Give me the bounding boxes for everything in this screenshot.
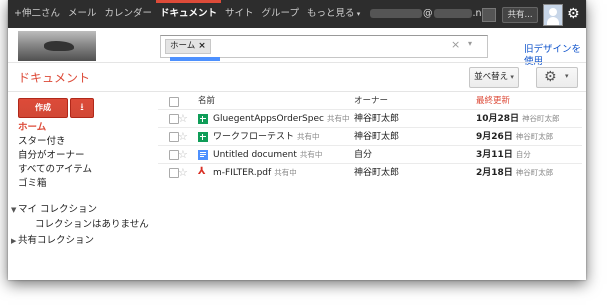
doc-name[interactable]: ワークフローテスト bbox=[213, 132, 294, 142]
sort-button[interactable]: 並べ替え bbox=[469, 67, 519, 88]
sidebar-item-owned-by-me[interactable]: 自分がオーナー bbox=[18, 149, 92, 163]
column-header-modified[interactable]: 最終更新 bbox=[476, 94, 510, 108]
shared-collections-label: 共有コレクション bbox=[18, 235, 95, 246]
doc-name[interactable]: GluegentAppsOrderSpec bbox=[213, 114, 324, 124]
view-settings-button[interactable]: ⚙ ▾ bbox=[536, 67, 578, 88]
doc-modified-by: 神谷町太郎 bbox=[515, 168, 554, 177]
clear-search-icon[interactable]: × bbox=[451, 38, 460, 51]
doc-owner: 神谷町太郎 bbox=[354, 132, 400, 142]
search-filter-chip[interactable]: ホーム × bbox=[165, 39, 211, 54]
app-window: +伸二さん メール カレンダー ドキュメント サイト グループ もっと見る @.… bbox=[8, 0, 586, 280]
chevron-down-icon: ▾ bbox=[565, 72, 569, 80]
avatar[interactable] bbox=[543, 4, 563, 26]
chip-remove-icon[interactable]: × bbox=[198, 41, 206, 51]
upload-button[interactable]: ⭳ bbox=[70, 98, 94, 118]
gear-icon: ⚙ bbox=[544, 69, 557, 85]
search-underline bbox=[170, 57, 220, 61]
triangle-down-icon: ▼ bbox=[11, 206, 17, 214]
redacted-username bbox=[370, 9, 422, 18]
nav-documents[interactable]: ドキュメント bbox=[156, 0, 222, 28]
my-collections-toggle[interactable]: ▼ マイ コレクション bbox=[11, 203, 149, 218]
chip-label: ホーム bbox=[170, 41, 196, 51]
doc-modified-by: 神谷町太郎 bbox=[515, 132, 554, 141]
account-at: @ bbox=[423, 8, 433, 19]
top-nav: +伸二さん メール カレンダー ドキュメント サイト グループ もっと見る bbox=[10, 0, 364, 28]
upload-icon: ⭳ bbox=[80, 102, 84, 113]
divider bbox=[8, 62, 586, 63]
my-collections-label: マイ コレクション bbox=[18, 204, 98, 215]
select-all-checkbox[interactable] bbox=[169, 97, 179, 107]
star-icon[interactable]: ☆ bbox=[178, 148, 188, 161]
doc-name[interactable]: m-FILTER.pdf bbox=[213, 168, 271, 178]
no-collections-text: コレクションはありません bbox=[35, 218, 149, 230]
table-row[interactable]: ☆ ⅄ m-FILTER.pdf 共有中 神谷町太郎 2月18日 神谷町太郎 bbox=[158, 163, 582, 182]
redacted-domain bbox=[433, 9, 472, 18]
create-button[interactable]: 作成 bbox=[18, 98, 68, 118]
pdf-icon: ⅄ bbox=[198, 166, 206, 177]
shared-badge: 共有中 bbox=[326, 114, 350, 123]
nav-user[interactable]: +伸二さん bbox=[10, 0, 64, 28]
sidebar-item-home[interactable]: ホーム bbox=[18, 121, 92, 135]
shared-badge: 共有中 bbox=[274, 168, 297, 177]
spreadsheet-icon bbox=[198, 114, 208, 124]
search-options-chevron-icon[interactable]: ▾ bbox=[468, 39, 472, 48]
collections-panel: ▼ マイ コレクション コレクションはありません ▶ 共有コレクション bbox=[11, 203, 149, 249]
doc-owner: 神谷町太郎 bbox=[354, 168, 400, 178]
triangle-right-icon: ▶ bbox=[11, 237, 17, 245]
nav-groups[interactable]: グループ bbox=[258, 0, 303, 28]
settings-gear-icon[interactable]: ⚙ bbox=[567, 6, 580, 22]
doc-owner: 自分 bbox=[354, 150, 373, 160]
page-title: ドキュメント bbox=[18, 71, 91, 85]
shared-badge: 共有中 bbox=[297, 132, 320, 141]
divider bbox=[8, 91, 586, 92]
column-header-owner[interactable]: オーナー bbox=[354, 94, 388, 108]
shared-collections-toggle[interactable]: ▶ 共有コレクション bbox=[11, 234, 149, 249]
table-row[interactable]: ☆ Untitled document 共有中 自分 3月11日 自分 bbox=[158, 145, 582, 164]
column-header-name[interactable]: 名前 bbox=[198, 94, 215, 108]
nav-calendar[interactable]: カレンダー bbox=[100, 0, 156, 28]
sidebar-nav: ホーム スター付き 自分がオーナー すべてのアイテム ゴミ箱 bbox=[18, 121, 92, 191]
old-design-link[interactable]: 旧デザインを 使用 bbox=[524, 44, 581, 68]
doc-date: 3月11日 bbox=[476, 150, 513, 160]
document-icon bbox=[198, 150, 208, 160]
nav-mail[interactable]: メール bbox=[64, 0, 101, 28]
doc-modified-by: 自分 bbox=[515, 150, 531, 159]
star-icon[interactable]: ☆ bbox=[178, 166, 188, 179]
sidebar-item-all-items[interactable]: すべてのアイテム bbox=[18, 163, 92, 177]
doc-owner: 神谷町太郎 bbox=[354, 114, 400, 124]
top-nav-bar: +伸二さん メール カレンダー ドキュメント サイト グループ もっと見る @.… bbox=[8, 0, 586, 28]
search-input[interactable]: ホーム × × ▾ bbox=[160, 35, 488, 58]
notification-box[interactable] bbox=[482, 8, 496, 22]
star-icon[interactable]: ☆ bbox=[178, 112, 188, 125]
sidebar-item-starred[interactable]: スター付き bbox=[18, 135, 92, 149]
spreadsheet-icon bbox=[198, 132, 208, 142]
sidebar-item-trash[interactable]: ゴミ箱 bbox=[18, 177, 92, 191]
table-row[interactable]: ☆ ワークフローテスト 共有中 神谷町太郎 9月26日 神谷町太郎 bbox=[158, 127, 582, 146]
share-button[interactable]: 共有... bbox=[502, 7, 538, 23]
doc-name[interactable]: Untitled document bbox=[213, 150, 297, 160]
nav-more[interactable]: もっと見る bbox=[303, 0, 364, 28]
doc-date: 2月18日 bbox=[476, 168, 513, 178]
account-email[interactable]: @.net bbox=[370, 0, 491, 28]
table-row[interactable]: ☆ GluegentAppsOrderSpec 共有中 神谷町太郎 10月28日神… bbox=[158, 109, 582, 128]
doc-date: 10月28日 bbox=[476, 114, 520, 124]
custom-logo bbox=[18, 31, 96, 61]
doc-date: 9月26日 bbox=[476, 132, 513, 142]
shared-badge: 共有中 bbox=[299, 150, 323, 159]
star-icon[interactable]: ☆ bbox=[178, 130, 188, 143]
nav-sites[interactable]: サイト bbox=[221, 0, 258, 28]
doc-modified-by: 神谷町太郎 bbox=[522, 114, 560, 123]
